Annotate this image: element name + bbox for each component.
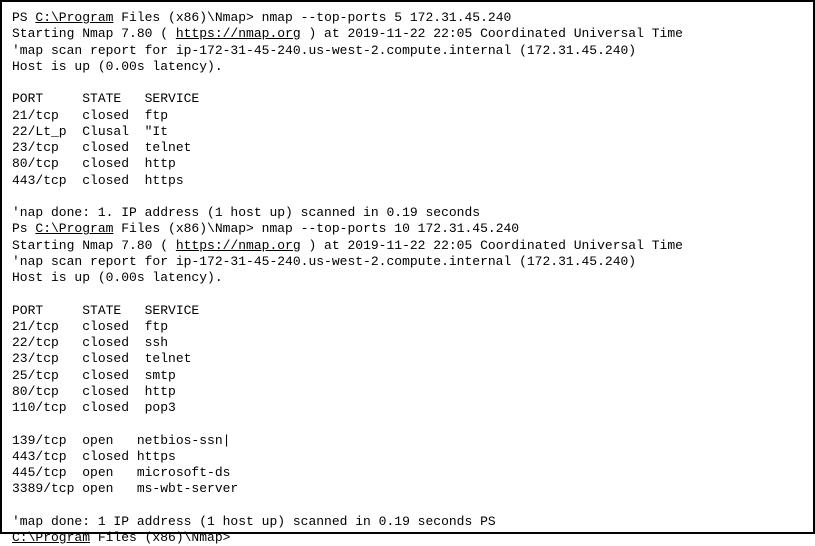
prompt-line-2[interactable]: Ps C:\Program Files (x86)\Nmap> nmap --t… (12, 221, 803, 237)
port-row: 25/tcp closed smtp (12, 368, 803, 384)
blank-line (12, 75, 803, 91)
prompt-path: C:\Program (12, 530, 90, 545)
starting-post: ) at 2019-11-22 22:05 Coordinated Univer… (301, 26, 683, 41)
starting-line-1: Starting Nmap 7.80 ( https://nmap.org ) … (12, 26, 803, 42)
port-row: 23/tcp closed telnet (12, 351, 803, 367)
blank-line (12, 189, 803, 205)
port-row: 22/tcp closed ssh (12, 335, 803, 351)
starting-line-2: Starting Nmap 7.80 ( https://nmap.org ) … (12, 238, 803, 254)
port-row: 443/tcp closed https (12, 449, 803, 465)
port-row: 21/tcp closed ftp (12, 108, 803, 124)
command-text: nmap --top-ports 5 172.31.45.240 (262, 10, 512, 25)
host-up-line: Host is up (0.00s latency). (12, 270, 803, 286)
prompt-path: C:\Program (35, 221, 113, 236)
port-row: 23/tcp closed telnet (12, 140, 803, 156)
starting-pre: Starting Nmap 7.80 ( (12, 238, 176, 253)
port-row: 80/tcp closed http (12, 384, 803, 400)
report-line: 'map scan report for ip-172-31-45-240.us… (12, 43, 803, 59)
scan-done-line: 'map done: 1 IP address (1 host up) scan… (12, 514, 803, 530)
port-table-header: PORT STATE SERVICE (12, 303, 803, 319)
starting-post: ) at 2019-11-22 22:05 Coordinated Univer… (301, 238, 683, 253)
blank-line (12, 416, 803, 432)
port-row: 443/tcp closed https (12, 173, 803, 189)
prompt-ps: Ps (12, 221, 35, 236)
report-line: 'nap scan report for ip-172-31-45-240.us… (12, 254, 803, 270)
prompt-path: C:\Program (35, 10, 113, 25)
starting-pre: Starting Nmap 7.80 ( (12, 26, 176, 41)
terminal-output: PS C:\Program Files (x86)\Nmap> nmap --t… (12, 10, 803, 546)
port-row: 22/Lt_p Clusal "It (12, 124, 803, 140)
scan-done-line: 'nap done: 1. IP address (1 host up) sca… (12, 205, 803, 221)
prompt-line-3[interactable]: C:\Program Files (x86)\Nmap> (12, 530, 803, 546)
nmap-url[interactable]: https://nmap.org (176, 238, 301, 253)
command-text: nmap --top-ports 10 172.31.45.240 (262, 221, 519, 236)
prompt-rest: Files (x86)\Nmap> (113, 221, 261, 236)
port-row: 139/tcp open netbios-ssn| (12, 433, 803, 449)
port-row: 21/tcp closed ftp (12, 319, 803, 335)
port-row: 110/tcp closed pop3 (12, 400, 803, 416)
prompt-rest: Files (x86)\Nmap> (90, 530, 230, 545)
nmap-url[interactable]: https://nmap.org (176, 26, 301, 41)
host-up-line: Host is up (0.00s latency). (12, 59, 803, 75)
prompt-ps: PS (12, 10, 35, 25)
blank-line (12, 498, 803, 514)
prompt-rest: Files (x86)\Nmap> (113, 10, 261, 25)
blank-line (12, 286, 803, 302)
port-row: 445/tcp open microsoft-ds (12, 465, 803, 481)
port-row: 80/tcp closed http (12, 156, 803, 172)
prompt-line-1[interactable]: PS C:\Program Files (x86)\Nmap> nmap --t… (12, 10, 803, 26)
port-row: 3389/tcp open ms-wbt-server (12, 481, 803, 497)
port-table-header: PORT STATE SERVICE (12, 91, 803, 107)
